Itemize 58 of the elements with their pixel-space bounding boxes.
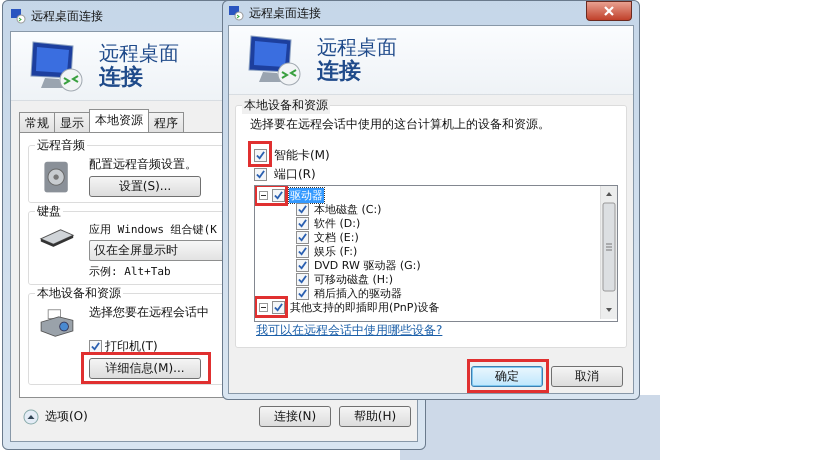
group-label: 本地设备和资源 xyxy=(35,285,123,302)
header-title: 远程桌面 xyxy=(317,35,397,59)
printer-icon xyxy=(39,308,75,338)
window-title: 远程桌面连接 xyxy=(31,8,103,24)
dialog-button[interactable]: 连接(N) xyxy=(259,406,331,427)
example-text: 示例: Alt+Tab xyxy=(89,264,172,279)
description-text: 选择您要在远程会话中 xyxy=(89,304,209,321)
checkbox[interactable] xyxy=(296,244,309,258)
dialog-button[interactable]: 帮助(H) xyxy=(339,406,411,427)
checkbox[interactable] xyxy=(89,340,102,353)
tree-item[interactable]: 娱乐 (F:) xyxy=(313,244,358,258)
header-title: 远程桌面 xyxy=(99,41,179,65)
group-label: 本地设备和资源 xyxy=(242,97,330,114)
close-icon xyxy=(604,6,614,16)
description-text: 选择要在远程会话中使用的这台计算机上的设备和资源。 xyxy=(250,117,550,131)
collapse-icon[interactable] xyxy=(23,408,39,424)
dialog-button[interactable]: 取消 xyxy=(551,366,623,387)
remote-desktop-icon xyxy=(10,8,26,24)
close-button[interactable] xyxy=(586,1,632,21)
tree-item[interactable]: 其他支持的即插即用(PnP)设备 xyxy=(289,300,441,314)
header-subtitle: 连接 xyxy=(317,59,362,85)
checkbox[interactable] xyxy=(272,188,285,202)
tree-item[interactable]: 软件 (D:) xyxy=(313,216,362,230)
collapse-icon[interactable] xyxy=(259,190,268,200)
checkbox-label: 端口(R) xyxy=(274,166,316,183)
description-text: 配置远程音频设置。 xyxy=(89,156,198,173)
tree-item[interactable]: 可移动磁盘 (H:) xyxy=(313,272,394,286)
options-link[interactable]: 选项(O) xyxy=(45,408,88,425)
checkbox-label: 智能卡(M) xyxy=(274,147,330,164)
description-text: 应用 Windows 组合键(K xyxy=(89,222,218,237)
window-title: 远程桌面连接 xyxy=(249,4,321,22)
checkbox[interactable] xyxy=(296,258,309,272)
checkbox[interactable] xyxy=(254,149,267,162)
checkbox[interactable] xyxy=(296,286,309,300)
tree-item[interactable]: 稍后插入的驱动器 xyxy=(313,286,403,300)
details-button[interactable]: 详细信息(M)... xyxy=(89,358,201,379)
group-label: 远程音频 xyxy=(35,137,87,154)
dialog-button[interactable]: 确定 xyxy=(471,366,543,387)
tab[interactable]: 显示 xyxy=(54,112,90,132)
header-subtitle: 连接 xyxy=(99,65,144,91)
checkbox[interactable] xyxy=(296,202,309,216)
checkbox[interactable] xyxy=(296,230,309,244)
scrollbar[interactable] xyxy=(600,186,617,319)
settings-button[interactable]: 设置(S)... xyxy=(89,176,201,197)
checkbox[interactable] xyxy=(296,272,309,286)
tree-item[interactable]: DVD RW 驱动器 (G:) xyxy=(313,258,422,272)
checkbox-label: 打印机(T) xyxy=(105,338,158,355)
collapse-icon[interactable] xyxy=(259,302,268,312)
help-link[interactable]: 我可以在远程会话中使用哪些设备? xyxy=(256,323,442,337)
tab[interactable]: 程序 xyxy=(148,112,184,132)
tree-item[interactable]: 本地磁盘 (C:) xyxy=(313,202,382,216)
checkbox[interactable] xyxy=(254,168,267,181)
checkbox[interactable] xyxy=(272,300,285,314)
tree-item[interactable]: 文档 (E:) xyxy=(313,230,360,244)
tab[interactable]: 常规 xyxy=(19,112,55,132)
remote-desktop-icon xyxy=(228,5,244,21)
tab[interactable]: 本地资源 xyxy=(89,109,149,132)
checkbox[interactable] xyxy=(296,216,309,230)
